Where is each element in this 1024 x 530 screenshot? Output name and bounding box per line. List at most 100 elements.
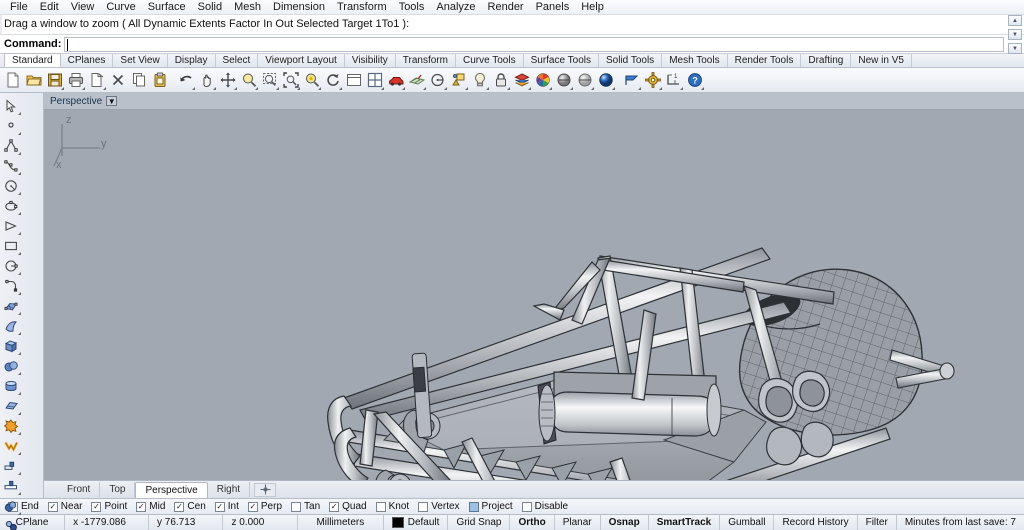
viewport-menu-chevron-down-icon[interactable]: ▼ <box>106 96 118 106</box>
light-bulb-icon[interactable] <box>470 70 490 91</box>
osnap-disable[interactable]: Disable <box>520 501 573 512</box>
checkbox-project[interactable] <box>468 501 479 512</box>
tab-cplanes[interactable]: CPlanes <box>61 54 114 67</box>
status-record-history[interactable]: Record History <box>774 515 858 530</box>
command-history[interactable]: Drag a window to zoom ( All Dynamic Exte… <box>0 15 1024 35</box>
tab-new-in-v5[interactable]: New in V5 <box>851 54 912 67</box>
menu-item-view[interactable]: View <box>65 0 101 15</box>
render-sphere-icon[interactable] <box>596 70 616 91</box>
checkbox-disable[interactable] <box>521 501 532 512</box>
shade-sphere-icon[interactable] <box>554 70 574 91</box>
status-gumball[interactable]: Gumball <box>720 515 775 530</box>
menu-item-analyze[interactable]: Analyze <box>430 0 481 15</box>
curve-fillet-icon[interactable] <box>0 276 22 296</box>
tab-set-view[interactable]: Set View <box>113 54 168 67</box>
status-ortho[interactable]: Ortho <box>510 515 555 530</box>
flag-select-icon[interactable] <box>622 70 642 91</box>
four-view-icon[interactable] <box>365 70 385 91</box>
offset-icon[interactable] <box>0 516 22 530</box>
color-wheel-icon[interactable] <box>533 70 553 91</box>
tab-visibility[interactable]: Visibility <box>345 54 396 67</box>
layers-icon[interactable] <box>512 70 532 91</box>
viewport-tab-top[interactable]: Top <box>100 482 136 497</box>
car-render-icon[interactable] <box>386 70 406 91</box>
menu-item-panels[interactable]: Panels <box>530 0 576 15</box>
cylinder-solid-icon[interactable] <box>0 376 22 396</box>
open-folder-icon[interactable] <box>24 70 44 91</box>
osnap-vertex[interactable]: Vertex <box>416 501 464 512</box>
status-smarttrack[interactable]: SmartTrack <box>649 515 721 530</box>
cut-icon[interactable] <box>87 70 107 91</box>
circle-tool-icon[interactable] <box>428 70 448 91</box>
checkbox-vertex[interactable] <box>418 501 429 512</box>
sphere-cylinder-icon[interactable] <box>0 356 22 376</box>
arc-icon[interactable] <box>0 256 22 276</box>
checkbox-cen[interactable]: ✓ <box>174 501 185 512</box>
menu-item-file[interactable]: File <box>4 0 34 15</box>
lock-icon[interactable] <box>491 70 511 91</box>
polygon-icon[interactable] <box>0 216 22 236</box>
zoom-selected-icon[interactable] <box>302 70 322 91</box>
rectangle-icon[interactable] <box>0 236 22 256</box>
osnap-perp[interactable]: ✓ Perp <box>246 501 287 512</box>
viewport-tab-perspective[interactable]: Perspective <box>135 481 208 498</box>
tab-solid-tools[interactable]: Solid Tools <box>599 54 663 67</box>
osnap-mid[interactable]: ✓ Mid <box>134 501 170 512</box>
viewport-layout-icon[interactable] <box>344 70 364 91</box>
osnap-project[interactable]: Project <box>467 501 518 512</box>
viewport-layout-toggle-icon[interactable] <box>254 482 277 497</box>
status-units[interactable]: Millimeters <box>298 515 384 530</box>
zoom-window-icon[interactable] <box>260 70 280 91</box>
tab-mesh-tools[interactable]: Mesh Tools <box>662 54 728 67</box>
menu-item-curve[interactable]: Curve <box>100 0 141 15</box>
status-grid-snap[interactable]: Grid Snap <box>448 515 511 530</box>
command-input[interactable] <box>64 36 1004 52</box>
menu-item-help[interactable]: Help <box>575 0 610 15</box>
osnap-tan[interactable]: Tan <box>289 501 325 512</box>
zoom-extents-icon[interactable] <box>281 70 301 91</box>
print-icon[interactable] <box>66 70 86 91</box>
polyline-icon[interactable] <box>0 136 22 156</box>
checkbox-int[interactable]: ✓ <box>214 501 225 512</box>
ghosted-sphere-icon[interactable] <box>575 70 595 91</box>
select-arrow-icon[interactable] <box>0 96 22 116</box>
menu-item-edit[interactable]: Edit <box>34 0 65 15</box>
boolean-union-icon[interactable] <box>0 416 22 436</box>
checkbox-point[interactable]: ✓ <box>91 501 102 512</box>
scroll-up-icon[interactable]: ▲ <box>1008 15 1022 26</box>
checkbox-knot[interactable] <box>375 501 386 512</box>
osnap-point[interactable]: ✓ Point <box>89 501 132 512</box>
save-icon[interactable] <box>45 70 65 91</box>
menu-item-transform[interactable]: Transform <box>331 0 393 15</box>
options-gear-icon[interactable] <box>643 70 663 91</box>
ellipse-icon[interactable] <box>0 196 22 216</box>
menu-item-mesh[interactable]: Mesh <box>228 0 267 15</box>
circle-icon[interactable] <box>0 176 22 196</box>
tab-transform[interactable]: Transform <box>396 54 456 67</box>
menu-item-surface[interactable]: Surface <box>142 0 192 15</box>
menu-item-solid[interactable]: Solid <box>192 0 228 15</box>
new-file-icon[interactable] <box>3 70 23 91</box>
extrude-surface-icon[interactable] <box>0 396 22 416</box>
tab-drafting[interactable]: Drafting <box>801 54 852 67</box>
surface-from-points-icon[interactable] <box>0 296 22 316</box>
box-solid-icon[interactable] <box>0 336 22 356</box>
trim-icon[interactable] <box>0 456 22 476</box>
tab-render-tools[interactable]: Render Tools <box>728 54 802 67</box>
checkbox-quad[interactable]: ✓ <box>329 501 340 512</box>
status-filter[interactable]: Filter <box>858 515 897 530</box>
zoom-magnifier-icon[interactable] <box>239 70 259 91</box>
split-icon[interactable] <box>0 476 22 496</box>
status-layer[interactable]: Default <box>384 515 449 530</box>
status-osnap[interactable]: Osnap <box>601 515 649 530</box>
pan-hand-icon[interactable] <box>197 70 217 91</box>
viewport-tab-front[interactable]: Front <box>58 482 101 497</box>
paste-icon[interactable] <box>150 70 170 91</box>
scroll-down-icon[interactable]: ▼ <box>1008 29 1022 40</box>
menu-item-tools[interactable]: Tools <box>393 0 431 15</box>
properties-icon[interactable] <box>449 70 469 91</box>
cplane-icon[interactable] <box>407 70 427 91</box>
copy-icon[interactable] <box>129 70 149 91</box>
dimension-icon[interactable]: 1 <box>664 70 684 91</box>
rotate-view-icon[interactable] <box>323 70 343 91</box>
